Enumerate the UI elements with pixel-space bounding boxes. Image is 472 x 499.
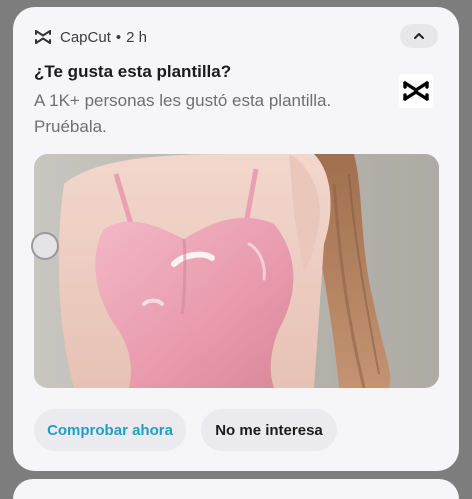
header-separator: • xyxy=(115,28,122,46)
not-interested-button[interactable]: No me interesa xyxy=(201,409,337,451)
next-notification-card[interactable] xyxy=(13,479,459,499)
check-now-button[interactable]: Comprobar ahora xyxy=(34,409,186,451)
app-name: CapCut xyxy=(60,28,111,46)
chevron-up-icon xyxy=(412,31,426,41)
notification-time: 2 h xyxy=(126,28,147,46)
capcut-logo-icon xyxy=(399,74,433,108)
notification-title: ¿Te gusta esta plantilla? xyxy=(34,62,232,81)
capcut-small-icon xyxy=(35,29,51,45)
floating-handle[interactable] xyxy=(31,232,59,260)
notification-header: CapCut • 2 h xyxy=(35,27,147,47)
template-preview-image[interactable] xyxy=(34,154,439,388)
notification-card[interactable]: CapCut • 2 h ¿Te gusta esta plantilla? A… xyxy=(13,7,459,471)
notification-body: A 1K+ personas les gustó esta plantilla.… xyxy=(34,91,332,136)
collapse-button[interactable] xyxy=(400,24,438,48)
